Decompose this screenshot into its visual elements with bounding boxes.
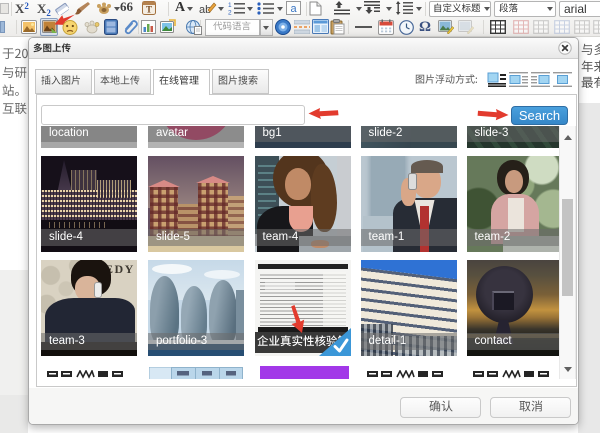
- svg-text:1: 1: [228, 2, 232, 9]
- svg-text:T: T: [146, 5, 152, 15]
- svg-text:a: a: [290, 3, 297, 15]
- svg-text:2: 2: [228, 10, 232, 16]
